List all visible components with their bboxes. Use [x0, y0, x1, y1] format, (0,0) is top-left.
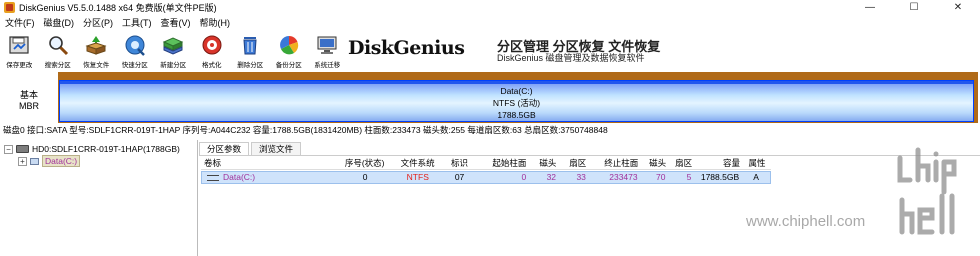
tree-disk-node[interactable]: − HD0:SDLF1CRR-019T-1HAP(1788GB) — [4, 144, 180, 154]
minimize-button[interactable]: — — [848, 0, 892, 15]
col-capacity[interactable]: 容量 — [695, 157, 743, 170]
delete-partition-icon — [243, 37, 257, 55]
table-header: 卷标 序号(状态) 文件系统 标识 起始柱面 磁头 扇区 终止柱面 磁头 扇区 … — [201, 157, 771, 170]
format-icon — [202, 35, 222, 55]
col-start-head[interactable]: 磁头 — [529, 157, 559, 170]
title-bar: DiskGenius V5.5.0.1488 x64 免费版(单文件PE版) —… — [0, 0, 980, 15]
new-partition-label: 新建分区 — [160, 62, 187, 69]
menu-file[interactable]: 文件(F) — [4, 16, 43, 29]
new-partition-button[interactable]: 新建分区 — [154, 31, 193, 71]
partition-icon — [30, 157, 39, 165]
tree-disk-label: HD0:SDLF1CRR-019T-1HAP(1788GB) — [32, 144, 180, 154]
banner-subline: DiskGenius 磁盘管理及数据恢复软件 — [497, 53, 645, 63]
partition-bar-name: Data(C:) — [500, 86, 533, 96]
partition-row-icon — [207, 174, 219, 181]
search-partition-button[interactable]: 搜索分区 — [39, 31, 78, 71]
col-start-sector[interactable]: 扇区 — [559, 157, 589, 170]
quick-partition-icon — [125, 35, 145, 56]
save-changes-label: 保存更改 — [6, 62, 33, 69]
disk-map: 基本 MBR Data(C:) NTFS (活动) 1788.5GB — [0, 72, 980, 123]
tree-partition-label: Data(C:) — [42, 155, 81, 167]
cell-end-head: 70 — [656, 172, 666, 182]
system-migration-button[interactable]: 系统迁移 — [308, 31, 347, 71]
tree-expand-toggle[interactable]: + — [18, 156, 27, 166]
backup-partition-icon — [279, 35, 298, 55]
menu-tools[interactable]: 工具(T) — [121, 16, 160, 29]
col-volume-label[interactable]: 卷标 — [201, 157, 336, 170]
col-end-sector[interactable]: 扇区 — [669, 157, 695, 170]
format-button[interactable]: 格式化 — [193, 31, 232, 71]
menu-disk[interactable]: 磁盘(D) — [43, 16, 83, 29]
disk-tree-pane: − HD0:SDLF1CRR-019T-1HAP(1788GB) + Data(… — [0, 140, 198, 256]
system-migration-label: 系统迁移 — [314, 62, 341, 69]
new-partition-icon — [163, 37, 184, 55]
app-logo-icon — [4, 2, 15, 13]
col-filesystem[interactable]: 文件系统 — [394, 157, 442, 170]
disk-type-label: 基本 MBR — [0, 90, 58, 112]
recover-files-button[interactable]: 恢复文件 — [77, 31, 116, 71]
cell-capacity: 1788.5GB — [700, 172, 740, 182]
format-label: 格式化 — [202, 62, 222, 69]
partition-bar-size: 1788.5GB — [497, 110, 536, 120]
save-changes-button[interactable]: 保存更改 — [0, 31, 39, 71]
window-controls: — ☐ ✕ — [848, 0, 980, 15]
save-icon — [9, 36, 29, 54]
cell-volume-label: Data(C:) — [202, 171, 336, 184]
tab-browse-files[interactable]: 浏览文件 — [251, 142, 302, 155]
partition-table: 卷标 序号(状态) 文件系统 标识 起始柱面 磁头 扇区 终止柱面 磁头 扇区 … — [201, 157, 771, 184]
cell-start-cylinder: 0 — [521, 172, 527, 182]
cell-seq: 0 — [362, 172, 368, 182]
disk-type-line2: MBR — [19, 101, 39, 111]
recover-files-label: 恢复文件 — [83, 62, 110, 69]
table-row[interactable]: Data(C:) 0 NTFS 07 0 32 33 233473 70 5 1… — [201, 171, 771, 184]
menu-partition[interactable]: 分区(P) — [82, 16, 121, 29]
quick-partition-label: 快速分区 — [121, 62, 148, 69]
disk-info-line: 磁盘0 接口:SATA 型号:SDLF1CRR-019T-1HAP 序列号:A0… — [3, 125, 608, 135]
cell-filesystem: NTFS — [406, 172, 429, 182]
cell-end-cylinder: 233473 — [609, 172, 638, 182]
delete-partition-button[interactable]: 删除分区 — [231, 31, 270, 71]
cell-attributes: A — [753, 172, 759, 182]
cell-id: 07 — [454, 172, 465, 182]
detail-tabs: 分区参数 浏览文件 — [199, 142, 303, 155]
partition-bar-fs: NTFS (活动) — [492, 98, 541, 108]
cell-start-sector: 33 — [576, 172, 586, 182]
col-start-cylinder[interactable]: 起始柱面 — [477, 157, 529, 170]
system-migration-icon — [317, 36, 337, 54]
search-partition-label: 搜索分区 — [44, 62, 71, 69]
tree-collapse-toggle[interactable]: − — [4, 144, 13, 154]
cell-volume-text: Data(C:) — [223, 172, 256, 182]
col-end-cylinder[interactable]: 终止柱面 — [589, 157, 641, 170]
quick-partition-button[interactable]: 快速分区 — [116, 31, 155, 71]
col-end-head[interactable]: 磁头 — [641, 157, 669, 170]
product-banner[interactable]: DiskGenius 分区管理 分区恢复 文件恢复 DiskGenius 磁盘管… — [342, 33, 672, 69]
menu-bar: 文件(F) 磁盘(D) 分区(P) 工具(T) 查看(V) 帮助(H) — [0, 15, 980, 30]
cell-start-head: 32 — [546, 172, 557, 182]
close-button[interactable]: ✕ — [936, 0, 980, 15]
tree-partition-node[interactable]: + Data(C:) — [18, 155, 81, 167]
watermark-url: www.chiphell.com — [746, 213, 866, 230]
backup-partition-button[interactable]: 备份分区 — [270, 31, 309, 71]
disk-type-line1: 基本 — [19, 90, 38, 100]
chiphell-watermark-logo — [897, 147, 957, 235]
recover-files-icon — [85, 36, 107, 55]
backup-partition-label: 备份分区 — [275, 62, 302, 69]
cell-end-sector: 5 — [686, 172, 692, 182]
col-id[interactable]: 标识 — [442, 157, 478, 170]
menu-help[interactable]: 帮助(H) — [199, 16, 239, 29]
tab-partition-params[interactable]: 分区参数 — [199, 142, 250, 155]
col-attributes[interactable]: 属性 — [743, 157, 771, 170]
partition-detail-pane: 分区参数 浏览文件 卷标 序号(状态) 文件系统 标识 起始柱面 磁头 扇区 终… — [199, 140, 980, 256]
maximize-button[interactable]: ☐ — [892, 0, 936, 15]
col-seq-status[interactable]: 序号(状态) — [336, 157, 394, 170]
menu-view[interactable]: 查看(V) — [160, 16, 199, 29]
banner-logo: DiskGenius — [348, 37, 465, 59]
window-title: DiskGenius V5.5.0.1488 x64 免费版(单文件PE版) — [19, 3, 217, 13]
hard-disk-icon — [16, 145, 29, 153]
delete-partition-label: 删除分区 — [237, 62, 264, 69]
search-partition-icon — [48, 36, 68, 56]
partition-bar-data-c[interactable]: Data(C:) NTFS (活动) 1788.5GB — [59, 80, 974, 122]
